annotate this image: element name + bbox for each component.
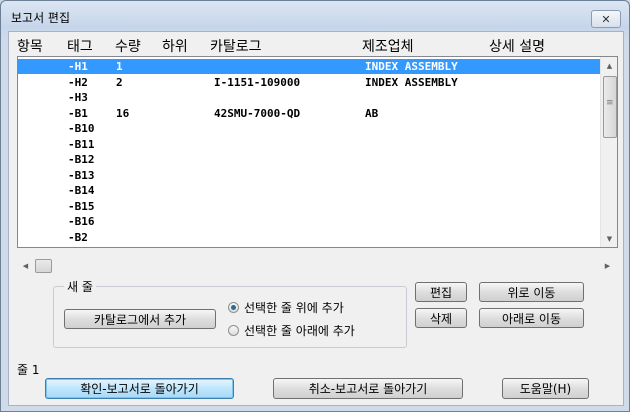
scroll-down-arrow-icon[interactable]: ▼ [601, 230, 617, 247]
row-cell-catalog: 42SMU-7000-QD [214, 106, 301, 120]
column-headers: 항목 태그 수량 하위 카탈로그 제조업체 상세 설명 [9, 32, 623, 56]
horizontal-scrollbar[interactable]: ◀ ▶ [17, 257, 616, 274]
move-up-button[interactable]: 위로 이동 [479, 282, 584, 302]
cancel-return-button[interactable]: 취소-보고서로 돌아가기 [273, 378, 463, 399]
title-bar[interactable]: 보고서 편집 ✕ [1, 1, 629, 31]
row-cell-tag: -B2 [68, 230, 88, 244]
column-header-description: 상세 설명 [489, 39, 545, 55]
row-cell-mfr: AB [365, 106, 379, 120]
column-header-catalog: 카탈로그 [210, 39, 262, 55]
radio-add-above-label: 선택한 줄 위에 추가 [244, 301, 344, 315]
row-cell-tag: -H3 [68, 91, 88, 104]
table-row[interactable]: -B15 [18, 199, 600, 214]
horizontal-scroll-thumb[interactable] [35, 259, 52, 273]
delete-button[interactable]: 삭제 [415, 308, 467, 328]
close-button[interactable]: ✕ [591, 10, 621, 28]
vertical-scroll-thumb[interactable]: ≡ [603, 76, 617, 138]
row-cell-catalog: I-1151-109000 [214, 75, 301, 89]
radio-add-below[interactable]: 선택한 줄 아래에 추가 [228, 322, 355, 339]
row-cell-tag: -B12 [68, 153, 95, 166]
scroll-up-arrow-icon[interactable]: ▲ [601, 57, 617, 74]
ok-return-button[interactable]: 확인-보고서로 돌아가기 [45, 378, 234, 399]
table-row[interactable]: -B16 [18, 214, 600, 229]
table-row[interactable]: -B2 [18, 230, 600, 245]
vertical-scrollbar[interactable]: ▲ ≡ ▼ [600, 57, 617, 247]
row-cell-tag: -B16 [68, 215, 95, 228]
row-cell-mfr: INDEX ASSEMBLY [365, 60, 458, 73]
scroll-right-arrow-icon[interactable]: ▶ [599, 257, 616, 274]
edit-button[interactable]: 편집 [415, 282, 467, 302]
radio-add-above[interactable]: 선택한 줄 위에 추가 [228, 299, 344, 316]
scroll-left-arrow-icon[interactable]: ◀ [17, 257, 34, 274]
table-row[interactable]: -B13 [18, 168, 600, 183]
table-row[interactable]: -B11 [18, 137, 600, 152]
table-row[interactable]: -H2 2 I-1151-109000 INDEX ASSEMBLY [18, 75, 600, 90]
row-cell-tag: -B1 [68, 106, 88, 120]
column-header-tag: 태그 [67, 39, 93, 55]
table-row[interactable]: -B1 16 42SMU-7000-QD AB [18, 106, 600, 121]
row-cell-tag: -H1 [68, 60, 88, 73]
table-row[interactable]: -B14 [18, 183, 600, 198]
table-row[interactable]: -B12 [18, 152, 600, 167]
row-cell-tag: -B14 [68, 184, 95, 197]
close-icon: ✕ [601, 12, 611, 26]
grip-icon: ≡ [606, 98, 614, 108]
table-row[interactable]: -B10 [18, 121, 600, 136]
row-cell-mfr: INDEX ASSEMBLY [365, 75, 458, 89]
row-cell-tag: -B15 [68, 199, 95, 213]
row-cell-qty: 16 [116, 106, 130, 120]
column-header-item: 항목 [17, 39, 43, 55]
row-cell-qty: 1 [116, 60, 123, 73]
new-row-group: 새 줄 카탈로그에서 추가 선택한 줄 위에 추가 선택한 줄 아래에 추가 [53, 278, 407, 348]
row-cell-tag: -B11 [68, 137, 95, 151]
report-edit-dialog: 보고서 편집 ✕ 항목 태그 수량 하위 카탈로그 제조업체 상세 설명 -H1… [0, 0, 630, 412]
report-rows-list[interactable]: -H1 1 INDEX ASSEMBLY -H2 2 I-1151-109000 INDEX… [17, 56, 618, 248]
table-row[interactable]: -H3 [18, 90, 600, 105]
column-header-sub: 하위 [162, 39, 188, 55]
move-down-button[interactable]: 아래로 이동 [479, 308, 584, 328]
radio-add-below-label: 선택한 줄 아래에 추가 [244, 324, 355, 338]
new-row-group-label: 새 줄 [64, 278, 96, 295]
current-row-status: 줄 1 [17, 363, 40, 377]
row-cell-tag: -H2 [68, 75, 88, 89]
column-header-manufacturer: 제조업체 [362, 39, 414, 55]
help-button[interactable]: 도움말(H) [502, 378, 589, 399]
row-cell-tag: -B13 [68, 168, 95, 182]
add-from-catalog-button[interactable]: 카탈로그에서 추가 [64, 309, 216, 329]
window-title: 보고서 편집 [11, 11, 71, 25]
table-row[interactable]: -H1 1 INDEX ASSEMBLY [18, 59, 600, 74]
dialog-client-area: 항목 태그 수량 하위 카탈로그 제조업체 상세 설명 -H1 1 INDEX AS… [8, 31, 624, 406]
row-cell-qty: 2 [116, 75, 123, 89]
column-header-quantity: 수량 [115, 39, 141, 55]
row-cell-tag: -B10 [68, 122, 95, 135]
radio-unselected-icon [228, 325, 239, 336]
radio-selected-icon [228, 302, 239, 313]
